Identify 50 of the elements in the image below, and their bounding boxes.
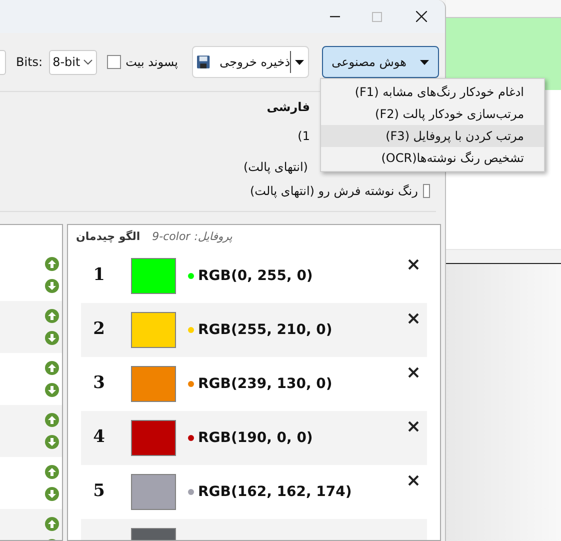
profile-label: پروفایل: bbox=[194, 228, 232, 245]
export-button[interactable]: ذخیره خروجی bbox=[192, 46, 310, 78]
menu-item[interactable]: تشخیص رنگ نوشته‌ها(OCR) bbox=[321, 147, 544, 169]
up-arrow-icon[interactable] bbox=[45, 257, 59, 271]
menu-item[interactable]: مرتب کردن با پروفایل (F3) bbox=[321, 125, 544, 147]
row-number: 2 bbox=[93, 318, 105, 342]
close-icon[interactable] bbox=[408, 313, 419, 324]
foreground-color-label: رنگ نوشته فرش رو (انتهای پالت) bbox=[250, 183, 418, 200]
bit-suffix-label: پسوند بیت bbox=[126, 54, 178, 71]
rgb-value: RGB(190, 0, 0) bbox=[198, 428, 313, 448]
select-field[interactable] bbox=[0, 50, 6, 74]
bits-label: Bits: bbox=[16, 54, 43, 71]
bit-suffix-checkbox[interactable] bbox=[106, 55, 121, 69]
close-icon[interactable] bbox=[408, 259, 419, 270]
option-text: (1 bbox=[298, 128, 310, 145]
row-number: 3 bbox=[93, 372, 105, 396]
color-row[interactable]: 4 RGB(190, 0, 0) bbox=[81, 411, 427, 465]
profile-name: 9-color bbox=[152, 228, 190, 245]
bits-select[interactable]: 8-bit bbox=[48, 50, 97, 74]
foreground-color-checkbox[interactable] bbox=[422, 184, 430, 198]
close-icon[interactable] bbox=[416, 11, 427, 22]
rgb-value: RGB(255, 210, 0) bbox=[198, 320, 332, 340]
up-arrow-icon[interactable] bbox=[45, 465, 59, 479]
rgb-value: RGB(162, 162, 174) bbox=[198, 482, 352, 502]
rgb-value: RGB(0, 255, 0) bbox=[198, 266, 313, 286]
down-arrow-icon[interactable] bbox=[45, 331, 59, 345]
color-row[interactable]: 2 RGB(255, 210, 0) bbox=[81, 303, 427, 357]
close-icon[interactable] bbox=[408, 421, 419, 432]
row-number: 1 bbox=[93, 264, 105, 288]
layout-label: الگو چیدمان bbox=[76, 228, 140, 245]
caret-icon bbox=[420, 60, 430, 64]
down-arrow-icon[interactable] bbox=[45, 383, 59, 397]
up-arrow-icon[interactable] bbox=[45, 517, 59, 531]
chevron-down-icon bbox=[82, 59, 93, 65]
up-arrow-icon[interactable] bbox=[45, 361, 59, 375]
minimize-icon[interactable] bbox=[330, 16, 340, 18]
up-arrow-icon[interactable] bbox=[45, 413, 59, 427]
close-icon[interactable] bbox=[408, 367, 419, 378]
row-number: 5 bbox=[93, 480, 105, 504]
option-text: (انتهای پالت) bbox=[244, 159, 308, 176]
ai-menu-button[interactable]: هوش مصنوعی bbox=[322, 46, 440, 78]
row-number: 4 bbox=[93, 426, 105, 450]
rgb-value: RGB(239, 130, 0) bbox=[198, 374, 332, 394]
close-icon[interactable] bbox=[408, 475, 419, 486]
down-arrow-icon[interactable] bbox=[45, 435, 59, 449]
section-heading: فارشی bbox=[266, 99, 310, 116]
up-arrow-icon[interactable] bbox=[45, 309, 59, 323]
caret-icon bbox=[295, 60, 304, 64]
down-arrow-icon[interactable] bbox=[45, 487, 59, 501]
down-arrow-icon[interactable] bbox=[45, 279, 59, 293]
